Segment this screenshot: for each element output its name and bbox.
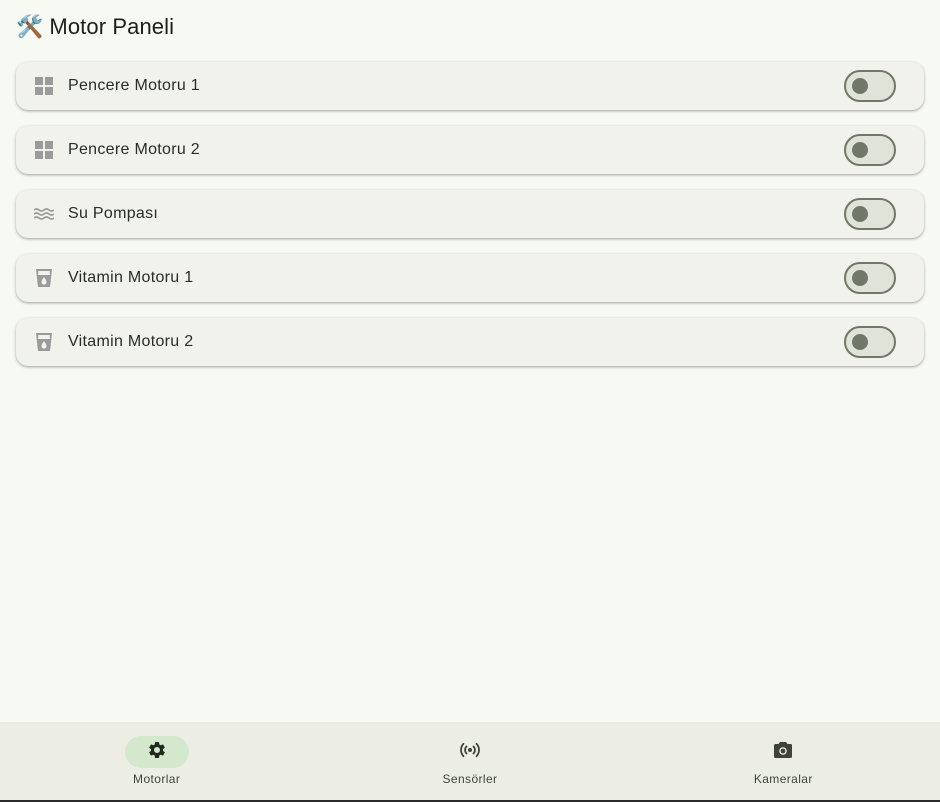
- switch-thumb: [852, 78, 868, 94]
- motor-card-pencere-2: Pencere Motoru 2: [16, 126, 924, 174]
- switch-thumb: [852, 142, 868, 158]
- gear-icon: [147, 740, 167, 765]
- motor-toggle-switch[interactable]: [844, 134, 896, 166]
- page-title: Motor Paneli: [49, 14, 175, 39]
- motor-card-vitamin-1: Vitamin Motoru 1: [16, 254, 924, 302]
- nav-item-kameralar[interactable]: Kameralar: [627, 722, 940, 800]
- page-header: 🛠️ Motor Paneli: [16, 12, 174, 42]
- nav-active-indicator: [124, 736, 189, 768]
- window-icon: [34, 140, 54, 160]
- motor-card-su-pompasi: Su Pompası: [16, 190, 924, 238]
- window-icon: [34, 76, 54, 96]
- motor-toggle-switch[interactable]: [844, 70, 896, 102]
- motor-toggle-switch[interactable]: [844, 262, 896, 294]
- app-root: 🛠️ Motor Paneli Pencere Motoru 1 Pencere…: [0, 0, 940, 802]
- tools-icon: 🛠️: [16, 14, 44, 39]
- nav-icon-container: [751, 736, 815, 768]
- motor-list: Pencere Motoru 1 Pencere Motoru 2 Su Pom…: [16, 62, 924, 366]
- nav-label: Kameralar: [753, 772, 813, 786]
- water-waves-icon: [34, 204, 54, 224]
- motor-label: Pencere Motoru 2: [68, 141, 200, 158]
- motor-label: Pencere Motoru 1: [68, 77, 200, 94]
- motor-toggle-switch[interactable]: [844, 326, 896, 358]
- motor-card-vitamin-2: Vitamin Motoru 2: [16, 318, 924, 366]
- switch-thumb: [852, 206, 868, 222]
- water-drop-cup-icon: [34, 268, 54, 288]
- switch-thumb: [852, 270, 868, 286]
- nav-label: Sensörler: [442, 772, 498, 786]
- bottom-navigation: Motorlar Sensörler Kameralar: [0, 722, 940, 800]
- nav-label: Motorlar: [133, 772, 181, 786]
- switch-thumb: [852, 334, 868, 350]
- motor-toggle-switch[interactable]: [844, 198, 896, 230]
- camera-icon: [773, 741, 793, 764]
- nav-icon-container: [438, 736, 502, 768]
- nav-item-motorlar[interactable]: Motorlar: [0, 722, 313, 800]
- sensor-broadcast-icon: [459, 742, 481, 763]
- motor-label: Vitamin Motoru 2: [68, 333, 194, 350]
- motor-card-pencere-1: Pencere Motoru 1: [16, 62, 924, 110]
- motor-label: Vitamin Motoru 1: [68, 269, 194, 286]
- water-drop-cup-icon: [34, 332, 54, 352]
- motor-label: Su Pompası: [68, 205, 159, 222]
- nav-item-sensorler[interactable]: Sensörler: [313, 722, 626, 800]
